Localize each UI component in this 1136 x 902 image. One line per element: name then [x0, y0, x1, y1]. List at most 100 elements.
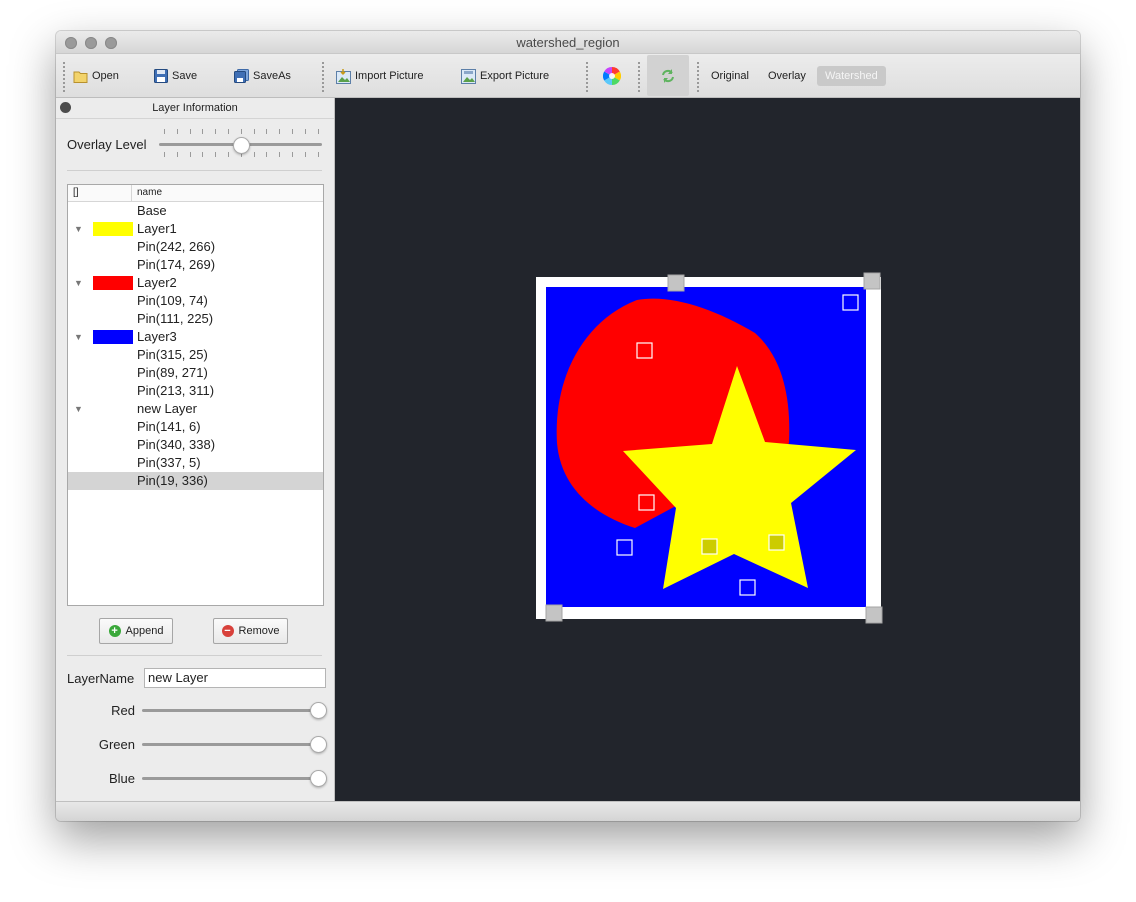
blue-label: Blue — [108, 771, 135, 786]
expand-arrow-icon[interactable]: ▼ — [74, 220, 83, 238]
mode-watershed-button[interactable]: Watershed — [817, 66, 886, 86]
tree-row-label: Pin(19, 336) — [137, 473, 208, 488]
slider-tick — [279, 129, 281, 134]
layer-name-input[interactable]: new Layer — [144, 668, 326, 688]
green-slider-thumb[interactable] — [310, 736, 327, 753]
refresh-button[interactable] — [647, 55, 689, 96]
tree-row-label: new Layer — [137, 401, 197, 416]
expand-arrow-icon[interactable]: ▼ — [74, 274, 83, 292]
slider-tick — [215, 152, 217, 157]
tree-row-pin[interactable]: Pin(242, 266) — [68, 238, 323, 256]
resize-handle[interactable] — [863, 272, 881, 290]
append-button[interactable]: + Append — [99, 618, 173, 644]
import-picture-button[interactable]: Import Picture — [336, 67, 423, 85]
resize-handle[interactable] — [865, 606, 883, 624]
pin-marker[interactable] — [701, 538, 718, 555]
tree-row-label: Pin(242, 266) — [137, 239, 216, 254]
tree-row-pin[interactable]: Pin(174, 269) — [68, 256, 323, 274]
layer-name-label: LayerName — [67, 671, 135, 686]
status-bar — [56, 801, 1080, 821]
toolbar-separator — [697, 62, 701, 92]
slider-tick — [164, 129, 165, 134]
layer-color-swatch — [93, 222, 133, 236]
image-canvas[interactable] — [335, 98, 1080, 801]
tree-row-label: Pin(340, 338) — [137, 437, 216, 452]
red-slider-thumb[interactable] — [310, 702, 327, 719]
mode-overlay-button[interactable]: Overlay — [760, 66, 814, 86]
tree-row-label: Pin(109, 74) — [137, 293, 208, 308]
tree-row-layer[interactable]: ▼ Layer1 — [68, 220, 323, 238]
slider-tick — [189, 152, 191, 157]
tree-row-pin[interactable]: Pin(213, 311) — [68, 382, 323, 400]
minus-icon: − — [221, 625, 234, 637]
export-picture-button[interactable]: Export Picture — [461, 67, 549, 85]
tree-row-pin[interactable]: Pin(111, 225) — [68, 310, 323, 328]
slider-tick — [317, 152, 319, 157]
tree-row-label: Layer1 — [137, 221, 177, 236]
slider-tick — [202, 152, 204, 157]
tree-row-pin[interactable]: Pin(19, 336) — [68, 472, 323, 490]
toolbar-separator — [638, 62, 642, 92]
toolbar-handle[interactable] — [63, 62, 67, 92]
layer-tree[interactable]: [] name Base ▼ Layer1 Pin(242, 266) Pin(174,… — [67, 184, 324, 606]
tree-row-label: Base — [137, 203, 167, 218]
toolbar-separator — [322, 62, 326, 92]
green-label: Green — [98, 737, 135, 752]
save-as-button[interactable]: SaveAs — [234, 67, 291, 85]
import-picture-icon — [336, 68, 351, 84]
expand-arrow-icon[interactable]: ▼ — [74, 400, 83, 418]
tree-row-label: Layer3 — [137, 329, 177, 344]
tree-row-pin[interactable]: Pin(141, 6) — [68, 418, 323, 436]
slider-tick — [228, 129, 229, 134]
resize-handle[interactable] — [545, 604, 563, 622]
blue-slider-thumb[interactable] — [310, 770, 327, 787]
tree-row-layer[interactable]: ▼ Layer2 — [68, 274, 323, 292]
app-window: watershed_region Open Save SaveAs Import… — [56, 31, 1080, 821]
layer-color-swatch — [93, 276, 133, 290]
pin-marker[interactable] — [768, 534, 785, 551]
window-title: watershed_region — [516, 35, 620, 50]
remove-button[interactable]: − Remove — [213, 618, 288, 644]
color-wheel-button[interactable] — [603, 67, 621, 85]
title-bar[interactable]: watershed_region — [56, 31, 1080, 54]
tree-row-pin[interactable]: Base — [68, 202, 323, 220]
watershed-image[interactable] — [335, 98, 1080, 801]
tree-row-layer[interactable]: ▼ Layer3 — [68, 328, 323, 346]
open-button[interactable]: Open — [73, 67, 119, 85]
mode-original-button[interactable]: Original — [703, 66, 757, 86]
blue-slider[interactable] — [142, 777, 317, 780]
slider-tick — [164, 152, 165, 157]
plus-icon: + — [108, 625, 121, 637]
slider-tick — [266, 129, 268, 134]
red-label: Red — [111, 703, 135, 718]
tree-row-label: Pin(141, 6) — [137, 419, 201, 434]
slider-tick — [228, 152, 229, 157]
column-header-name[interactable]: name — [137, 187, 162, 198]
resize-handle[interactable] — [667, 274, 685, 292]
tree-row-pin[interactable]: Pin(89, 271) — [68, 364, 323, 382]
remove-label: Remove — [238, 625, 280, 637]
panel-title: Layer Information — [56, 98, 334, 119]
import-picture-label: Import Picture — [355, 70, 424, 82]
slider-tick — [176, 152, 178, 157]
green-slider[interactable] — [142, 743, 317, 746]
save-label: Save — [172, 70, 198, 82]
tree-row-layer[interactable]: ▼ new Layer — [68, 400, 323, 418]
overlay-slider-thumb[interactable] — [233, 137, 250, 154]
tree-row-label: Pin(337, 5) — [137, 455, 201, 470]
tree-row-pin[interactable]: Pin(109, 74) — [68, 292, 323, 310]
export-picture-label: Export Picture — [480, 70, 550, 82]
tree-row-pin[interactable]: Pin(315, 25) — [68, 346, 323, 364]
expand-arrow-icon[interactable]: ▼ — [74, 328, 83, 346]
divider — [67, 170, 322, 171]
slider-tick — [304, 152, 306, 157]
tree-row-pin[interactable]: Pin(337, 5) — [68, 454, 323, 472]
save-button[interactable]: Save — [154, 67, 197, 85]
slider-tick — [176, 129, 178, 134]
tree-row-pin[interactable]: Pin(340, 338) — [68, 436, 323, 454]
red-slider[interactable] — [142, 709, 317, 712]
slider-tick — [279, 152, 281, 157]
divider — [67, 655, 322, 656]
toolbar-separator — [586, 62, 590, 92]
column-header-check[interactable]: [] — [73, 187, 79, 198]
